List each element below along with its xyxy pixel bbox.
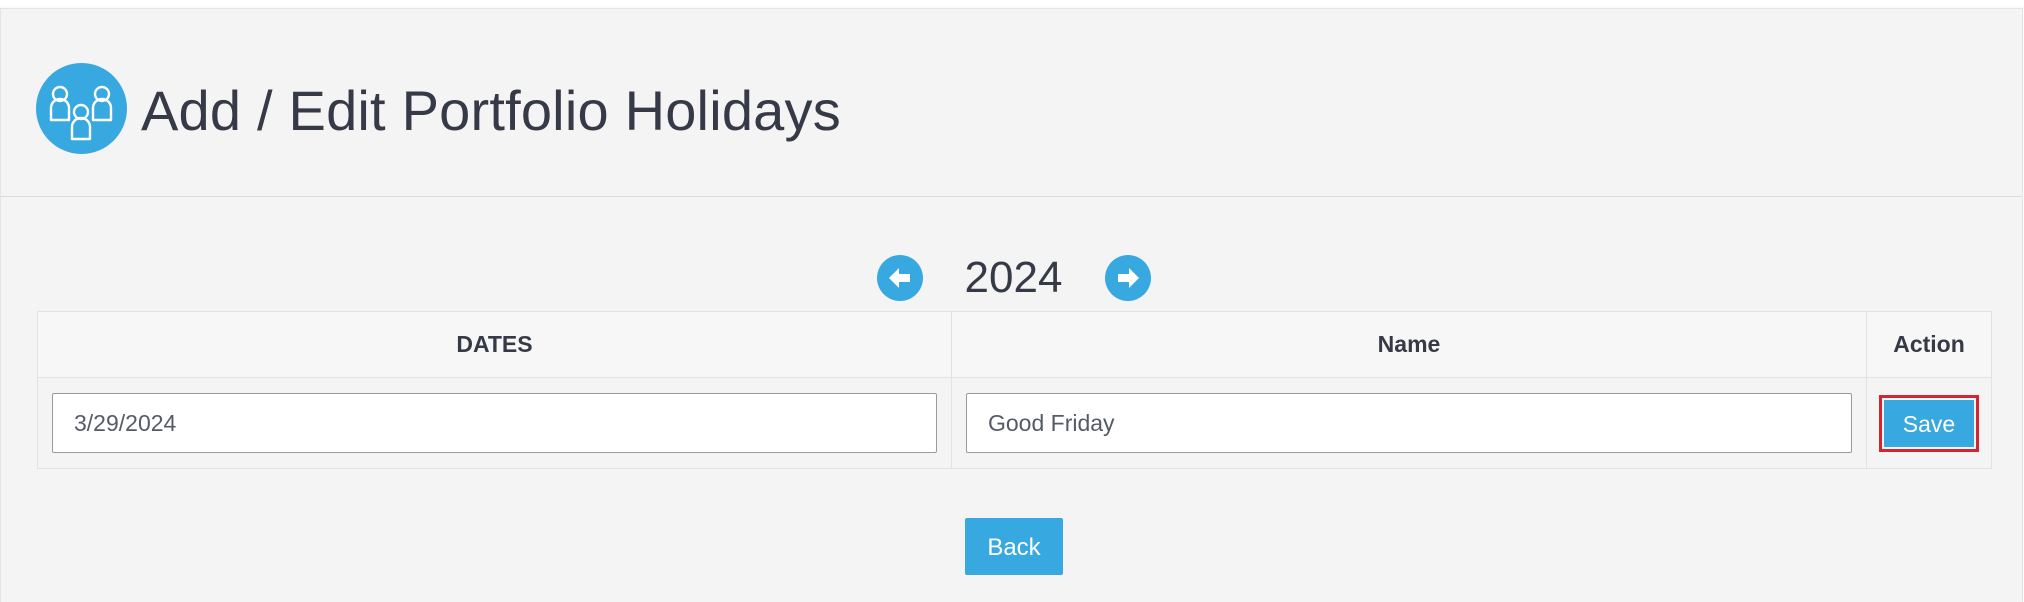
- save-button[interactable]: Save: [1884, 399, 1974, 447]
- table-row: Save: [37, 377, 1992, 469]
- current-year: 2024: [964, 253, 1063, 302]
- arrow-right-icon: [1118, 268, 1139, 288]
- people-group-icon: [36, 63, 127, 154]
- name-cell: [951, 377, 1867, 469]
- page-title: Add / Edit Portfolio Holidays: [141, 79, 841, 142]
- action-cell: Save: [1866, 377, 1992, 469]
- year-navigation: 2024: [1, 247, 2022, 307]
- column-header-dates: DATES: [37, 311, 952, 378]
- column-header-name: Name: [951, 311, 1867, 378]
- holiday-name-input[interactable]: [966, 393, 1852, 453]
- holidays-table: DATES Name Action Save: [37, 311, 1992, 469]
- next-year-button[interactable]: [1105, 255, 1151, 301]
- arrow-left-icon: [889, 268, 910, 288]
- previous-year-button[interactable]: [877, 255, 923, 301]
- save-button-highlight: Save: [1879, 394, 1979, 452]
- back-button[interactable]: Back: [965, 518, 1063, 575]
- date-cell: [37, 377, 952, 469]
- column-header-action: Action: [1866, 311, 1992, 378]
- holidays-panel: Add / Edit Portfolio Holidays 2024 DATES…: [0, 8, 2023, 602]
- table-header-row: DATES Name Action: [37, 311, 1992, 378]
- page-header: Add / Edit Portfolio Holidays: [1, 9, 2022, 197]
- date-input[interactable]: [52, 393, 937, 453]
